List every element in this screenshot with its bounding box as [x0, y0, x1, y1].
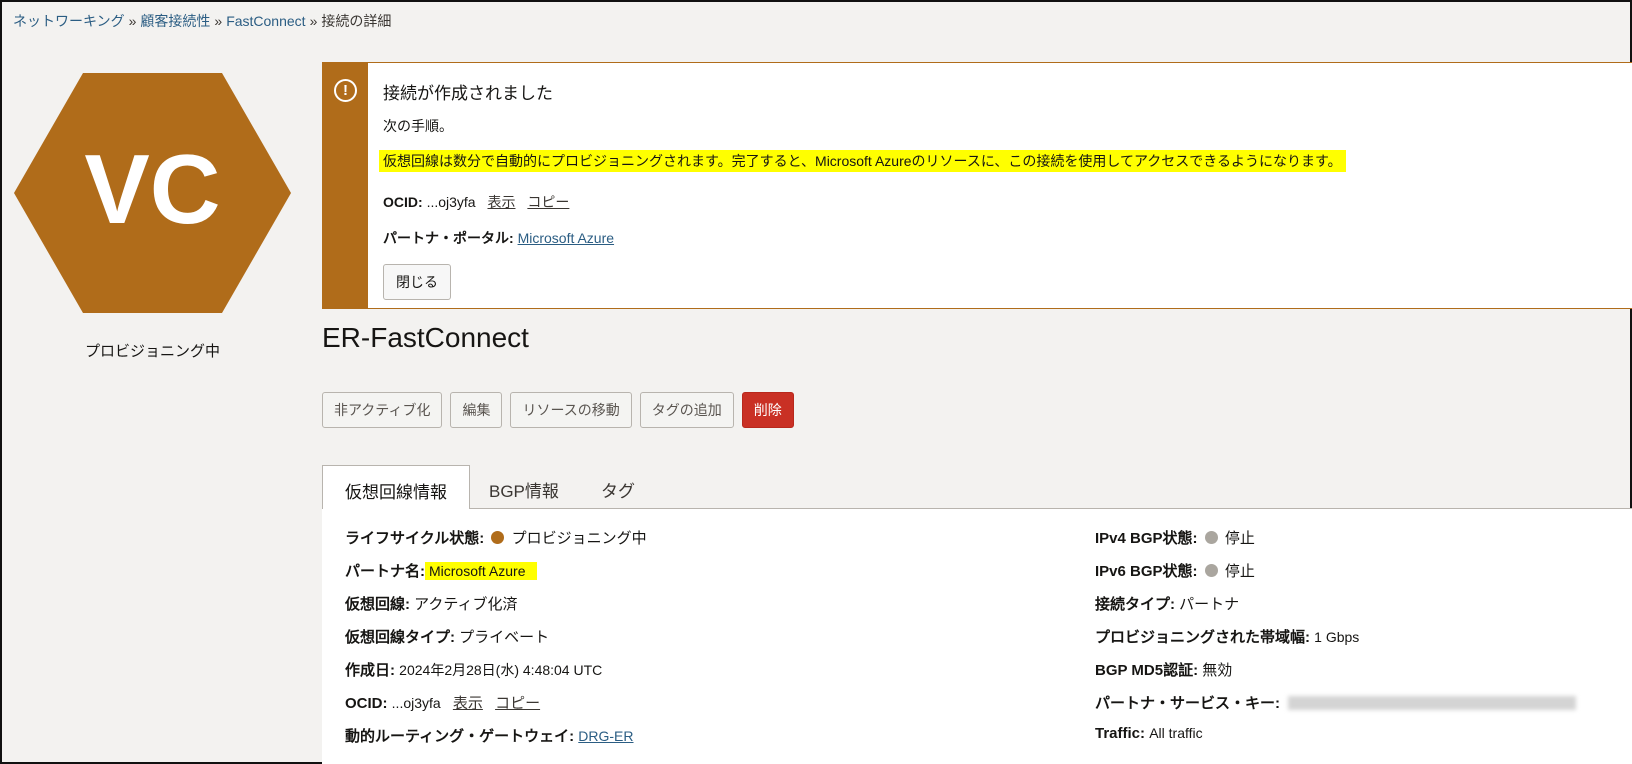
created-label: 作成日: [345, 662, 395, 679]
lifecycle-row: ライフサイクル状態: プロビジョニング中 [345, 527, 647, 560]
breadcrumb-fastconnect[interactable]: FastConnect [226, 13, 305, 29]
details-left-column: ライフサイクル状態: プロビジョニング中 パートナ名: Microsoft Azu… [345, 527, 647, 758]
close-button[interactable]: 閉じる [383, 264, 451, 300]
breadcrumb: ネットワーキング» 顧客接続性» FastConnect» 接続の詳細 [13, 11, 391, 31]
move-resource-button[interactable]: リソースの移動 [510, 392, 632, 428]
ocid-value: ...oj3yfa [391, 695, 441, 711]
creation-notice: ! 接続が作成されました 次の手順。 仮想回線は数分で自動的にプロビジョニングさ… [322, 62, 1632, 309]
traffic-value: All traffic [1149, 725, 1203, 741]
stopped-dot-icon [1204, 564, 1218, 577]
bandwidth-label: プロビジョニングされた帯域幅: [1095, 629, 1310, 646]
service-key-redacted [1288, 696, 1577, 710]
ocid-label: OCID: [345, 695, 388, 712]
ipv4-bgp-label: IPv4 BGP状態: [1095, 530, 1198, 547]
ipv6-bgp-row: IPv6 BGP状態: 停止 [1095, 560, 1576, 593]
edit-button[interactable]: 編集 [450, 392, 503, 428]
details-right-column: IPv4 BGP状態: 停止 IPv6 BGP状態: 停止 接続タイプ: パート… [1095, 527, 1577, 758]
created-row: 作成日: 2024年2月28日(水) 4:48:04 UTC [345, 659, 647, 692]
notice-ocid: OCID: ...oj3yfa 表示 コピー [383, 192, 1612, 212]
breadcrumb-current: 接続の詳細 [321, 13, 392, 29]
breadcrumb-customer-connectivity[interactable]: 顧客接続性 [140, 13, 210, 29]
ipv6-bgp-value: 停止 [1224, 563, 1255, 580]
resource-hexagon-icon: VC [14, 73, 291, 313]
delete-button[interactable]: 削除 [741, 392, 794, 428]
traffic-label: Traffic: [1095, 725, 1146, 742]
breadcrumb-networking[interactable]: ネットワーキング [13, 13, 125, 29]
service-key-row: パートナ・サービス・キー: [1095, 692, 1577, 725]
service-key-label: パートナ・サービス・キー: [1095, 695, 1280, 712]
page-title: ER-FastConnect [322, 322, 529, 353]
drg-label: 動的ルーティング・ゲートウェイ: [345, 728, 575, 745]
connection-type-row: 接続タイプ: パートナ [1095, 593, 1576, 626]
warning-icon: ! [334, 79, 357, 102]
ocid-show-link[interactable]: 表示 [453, 695, 483, 712]
tab-bar: 仮想回線情報 BGP情報 タグ [322, 465, 1632, 510]
ipv6-bgp-label: IPv6 BGP状態: [1095, 563, 1198, 580]
ocid-row: OCID: ...oj3yfa 表示 コピー [345, 692, 647, 725]
stopped-dot-icon [1204, 531, 1218, 544]
connection-type-value: パートナ [1179, 596, 1240, 613]
virtual-circuit-type-row: 仮想回線タイプ: プライベート [345, 626, 647, 659]
notice-message: 仮想回線は数分で自動的にプロビジョニングされます。完了すると、Microsoft… [379, 150, 1346, 172]
bgp-md5-row: BGP MD5認証: 無効 [1095, 659, 1576, 692]
partner-value: Microsoft Azure [425, 562, 538, 580]
lifecycle-caption: プロビジョニング中 [84, 343, 220, 360]
created-value: 2024年2月28日(水) 4:48:04 UTC [399, 662, 603, 678]
notice-partner-portal: パートナ・ポータル: Microsoft Azure [383, 228, 1612, 248]
bgp-md5-label: BGP MD5認証: [1095, 662, 1199, 679]
drg-row: 動的ルーティング・ゲートウェイ: DRG-ER [345, 725, 647, 758]
ocid-copy-link[interactable]: コピー [495, 695, 540, 712]
notice-accent-bar: ! [323, 63, 368, 308]
bgp-md5-value: 無効 [1202, 662, 1233, 679]
partner-label: パートナ名: [345, 563, 425, 580]
tab-bgp-info[interactable]: BGP情報 [467, 465, 581, 509]
breadcrumb-separator: » [214, 13, 223, 29]
breadcrumb-separator: » [128, 13, 137, 29]
virtual-circuit-value: アクティブ化済 [414, 596, 518, 613]
ipv4-bgp-row: IPv4 BGP状態: 停止 [1095, 527, 1576, 560]
notice-copy-link[interactable]: コピー [527, 194, 569, 210]
tab-virtual-circuit-info[interactable]: 仮想回線情報 [322, 465, 470, 510]
deactivate-button[interactable]: 非アクティブ化 [322, 392, 443, 428]
breadcrumb-separator: » [309, 13, 318, 29]
partner-portal-label: パートナ・ポータル: [383, 230, 514, 246]
partner-row: パートナ名: Microsoft Azure [345, 560, 647, 593]
connection-type-label: 接続タイプ: [1095, 596, 1175, 613]
notice-ocid-value: ...oj3yfa [426, 194, 476, 210]
partner-portal-link[interactable]: Microsoft Azure [518, 230, 614, 246]
virtual-circuit-type-value: プライベート [459, 629, 550, 646]
virtual-circuit-type-label: 仮想回線タイプ: [345, 629, 455, 646]
action-bar: 非アクティブ化 編集 リソースの移動 タグの追加 削除 [322, 392, 794, 428]
notice-ocid-label: OCID: [383, 194, 423, 210]
virtual-circuit-label: 仮想回線: [345, 596, 410, 613]
notice-show-link[interactable]: 表示 [487, 194, 515, 210]
bandwidth-value: 1 Gbps [1314, 629, 1360, 645]
virtual-circuit-row: 仮想回線: アクティブ化済 [345, 593, 647, 626]
bandwidth-row: プロビジョニングされた帯域幅: 1 Gbps [1095, 626, 1576, 659]
ipv4-bgp-value: 停止 [1224, 530, 1255, 547]
provisioning-dot-icon [491, 531, 505, 544]
drg-link[interactable]: DRG-ER [578, 728, 633, 744]
lifecycle-value: プロビジョニング中 [511, 530, 647, 547]
details-panel: ライフサイクル状態: プロビジョニング中 パートナ名: Microsoft Azu… [322, 509, 1632, 764]
notice-subtitle: 次の手順。 [383, 118, 453, 134]
notice-title: 接続が作成されました [383, 84, 553, 103]
traffic-row: Traffic: All traffic [1095, 725, 1576, 758]
lifecycle-label: ライフサイクル状態: [345, 530, 485, 547]
hex-initials: VC [84, 134, 220, 244]
add-tags-button[interactable]: タグの追加 [639, 392, 734, 428]
tab-tags[interactable]: タグ [579, 465, 657, 509]
